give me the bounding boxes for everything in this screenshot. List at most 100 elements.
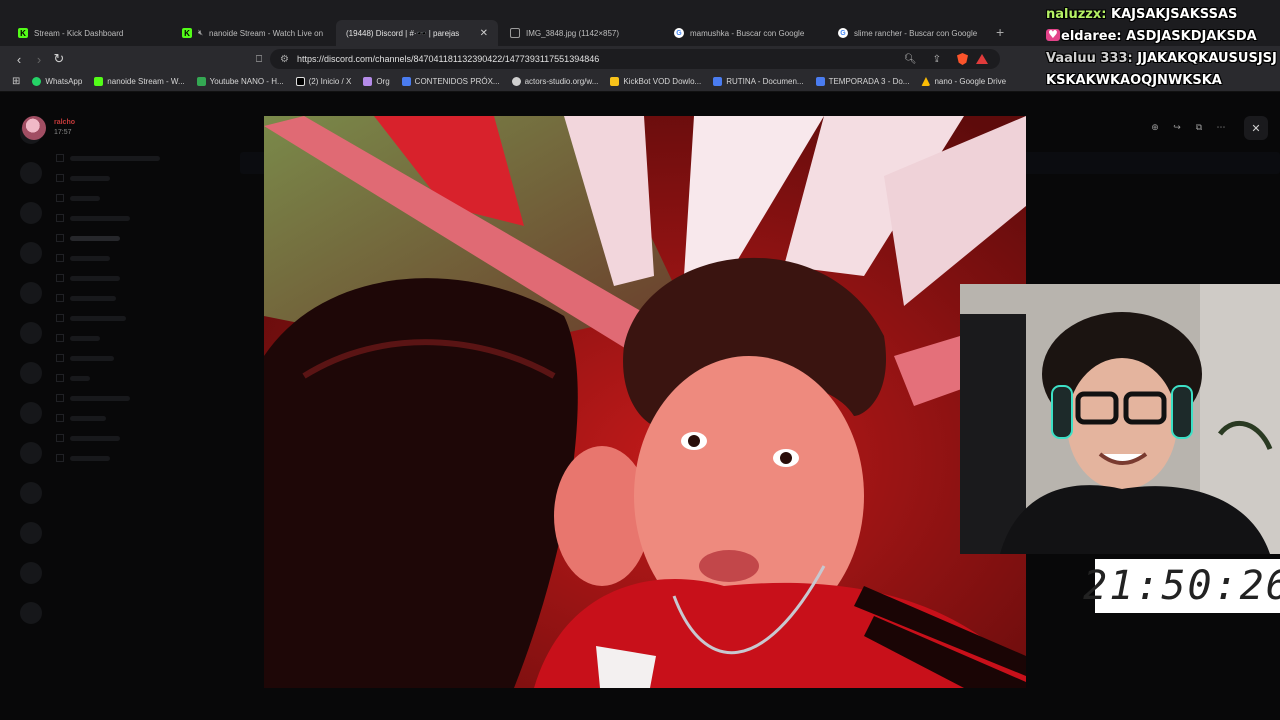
back-button[interactable]: ‹ xyxy=(10,50,28,68)
google-drive-icon xyxy=(921,77,931,86)
channel-item[interactable] xyxy=(56,168,226,188)
forward-icon[interactable]: ↪ xyxy=(1170,118,1184,136)
bookmark-item[interactable]: KickBot VOD Dowlo... xyxy=(610,77,701,86)
server-icon[interactable] xyxy=(20,202,42,224)
forward-button[interactable]: › xyxy=(30,50,48,68)
chat-username: eldaree: xyxy=(1061,29,1122,44)
bookmark-label: nano - Google Drive xyxy=(934,77,1007,86)
google-icon: G xyxy=(674,28,684,38)
server-icon[interactable] xyxy=(20,282,42,304)
viewed-image xyxy=(264,116,1026,688)
bookmark-item[interactable]: WhatsApp xyxy=(32,77,82,86)
bookmark-label: WhatsApp xyxy=(45,77,83,86)
server-icon[interactable] xyxy=(20,562,42,584)
bookmark-label: KickBot VOD Dowlo... xyxy=(623,77,702,86)
open-external-icon[interactable]: ⧉ xyxy=(1192,118,1206,136)
close-tab-icon[interactable]: ✕ xyxy=(480,28,488,39)
site-settings-icon[interactable]: ⚙︎ xyxy=(280,54,289,65)
bookmark-label: nanoide Stream - W... xyxy=(107,77,185,86)
bookmark-item[interactable]: Org xyxy=(363,77,390,86)
channel-item[interactable] xyxy=(56,268,226,288)
channel-item[interactable] xyxy=(56,188,226,208)
apps-grid-icon[interactable]: ⊞ xyxy=(12,76,20,87)
channel-item[interactable] xyxy=(56,288,226,308)
channel-item[interactable] xyxy=(56,428,226,448)
server-icon[interactable] xyxy=(20,402,42,424)
reload-button[interactable]: ↻ xyxy=(50,50,68,68)
channel-item[interactable] xyxy=(56,448,226,468)
kick-icon xyxy=(94,77,104,86)
tab-title: IMG_3848.jpg (1142×857) xyxy=(526,28,620,38)
brave-shields-icon[interactable] xyxy=(957,53,968,65)
bookmark-icon[interactable]: ⎕ xyxy=(250,50,268,68)
more-options-icon[interactable]: ⋯ xyxy=(1214,118,1228,136)
share-icon[interactable]: ⇪ xyxy=(933,54,941,65)
bookmark-item[interactable]: TEMPORADA 3 - Do... xyxy=(815,77,910,86)
channel-item[interactable] xyxy=(56,148,226,168)
zoom-icon[interactable]: ⊕ xyxy=(1148,118,1162,136)
tab-title: Stream - Kick Dashboard xyxy=(34,28,124,38)
tab-nanoide-stream[interactable]: K 🔇︎ nanoide Stream - Watch Live on xyxy=(172,20,332,46)
channel-item-selected[interactable] xyxy=(56,228,226,248)
bookmark-item[interactable]: (2) Inicio / X xyxy=(295,77,352,86)
new-tab-button[interactable]: + xyxy=(996,24,1004,40)
sheets-icon xyxy=(196,77,206,86)
bookmark-label: Youtube NANO - H... xyxy=(209,77,284,86)
server-icon[interactable] xyxy=(20,482,42,504)
tab-image[interactable]: IMG_3848.jpg (1142×857) xyxy=(500,20,660,46)
server-icon[interactable] xyxy=(20,322,42,344)
image-author: ralcho 17:57 xyxy=(22,116,75,140)
brave-rewards-icon[interactable] xyxy=(976,54,988,64)
bookmark-label: actors-studio.org/w... xyxy=(524,77,599,86)
chat-message: naluzzx: KAJSAKJSAKSSAS xyxy=(1046,4,1280,26)
muted-icon: 🔇︎ xyxy=(198,28,204,37)
tab-discord[interactable]: ◕ (19448) Discord | #·🕶️ | parejas ✕ xyxy=(336,20,498,46)
channel-item[interactable] xyxy=(56,348,226,368)
author-name[interactable]: ralcho xyxy=(54,118,75,128)
tab-title: (19448) Discord | #·🕶️ | parejas xyxy=(346,28,460,38)
close-viewer-button[interactable]: ✕ xyxy=(1244,116,1268,140)
address-bar[interactable]: ⚙︎ https://discord.com/channels/84704118… xyxy=(270,49,1000,69)
bookmark-item[interactable]: nanoide Stream - W... xyxy=(94,77,185,86)
zoom-icon[interactable]: 🔍︎ xyxy=(904,54,917,65)
tab-slime-rancher[interactable]: G slime rancher - Buscar con Google xyxy=(828,20,988,46)
kick-icon: K xyxy=(18,28,28,38)
google-icon: G xyxy=(838,28,848,38)
bookmark-item[interactable]: Youtube NANO - H... xyxy=(196,77,284,86)
tab-kick-dashboard[interactable]: K Stream - Kick Dashboard xyxy=(8,20,168,46)
chat-message: eldaree: ASDJASKDJAKSDA xyxy=(1046,24,1280,48)
tab-mamushka[interactable]: G mamushka - Buscar con Google xyxy=(664,20,824,46)
channel-item[interactable] xyxy=(56,208,226,228)
bookmark-item[interactable]: actors-studio.org/w... xyxy=(511,77,599,86)
docs-icon xyxy=(713,77,723,86)
channel-item[interactable] xyxy=(56,308,226,328)
bookmark-item[interactable]: nano - Google Drive xyxy=(921,77,1006,86)
channel-item[interactable] xyxy=(56,328,226,348)
bookmark-label: (2) Inicio / X xyxy=(308,77,352,86)
chat-text: ASDJASKDJAKSDA xyxy=(1126,29,1257,44)
image-viewer-toolbar: ⊕ ↪ ⧉ ⋯ xyxy=(1148,118,1228,136)
bookmark-label: TEMPORADA 3 - Do... xyxy=(828,77,910,86)
server-icon[interactable] xyxy=(20,362,42,384)
channel-item[interactable] xyxy=(56,368,226,388)
tab-title: mamushka - Buscar con Google xyxy=(690,28,805,38)
bookmark-item[interactable]: CONTENIDOS PRÓX... xyxy=(401,77,500,86)
server-icon[interactable] xyxy=(20,242,42,264)
avatar[interactable] xyxy=(22,116,46,140)
channel-item[interactable] xyxy=(56,388,226,408)
channel-item[interactable] xyxy=(56,248,226,268)
server-icon[interactable] xyxy=(20,162,42,184)
channel-item[interactable] xyxy=(56,408,226,428)
url-text[interactable]: https://discord.com/channels/84704118113… xyxy=(297,54,896,64)
image-icon xyxy=(510,28,520,38)
server-icon[interactable] xyxy=(20,442,42,464)
kick-icon: K xyxy=(182,28,192,38)
webcam-illustration xyxy=(960,284,1280,554)
server-icon[interactable] xyxy=(20,602,42,624)
chat-message: Vaaluu 333: JJAKAKQKAUSUSJSJKSKAKWKAOQJN… xyxy=(1046,48,1280,92)
server-list xyxy=(16,122,46,642)
chat-username: naluzzx: xyxy=(1046,7,1107,22)
server-icon[interactable] xyxy=(20,522,42,544)
bookmark-item[interactable]: RUTINA - Documen... xyxy=(713,77,804,86)
docs-icon xyxy=(815,77,825,86)
